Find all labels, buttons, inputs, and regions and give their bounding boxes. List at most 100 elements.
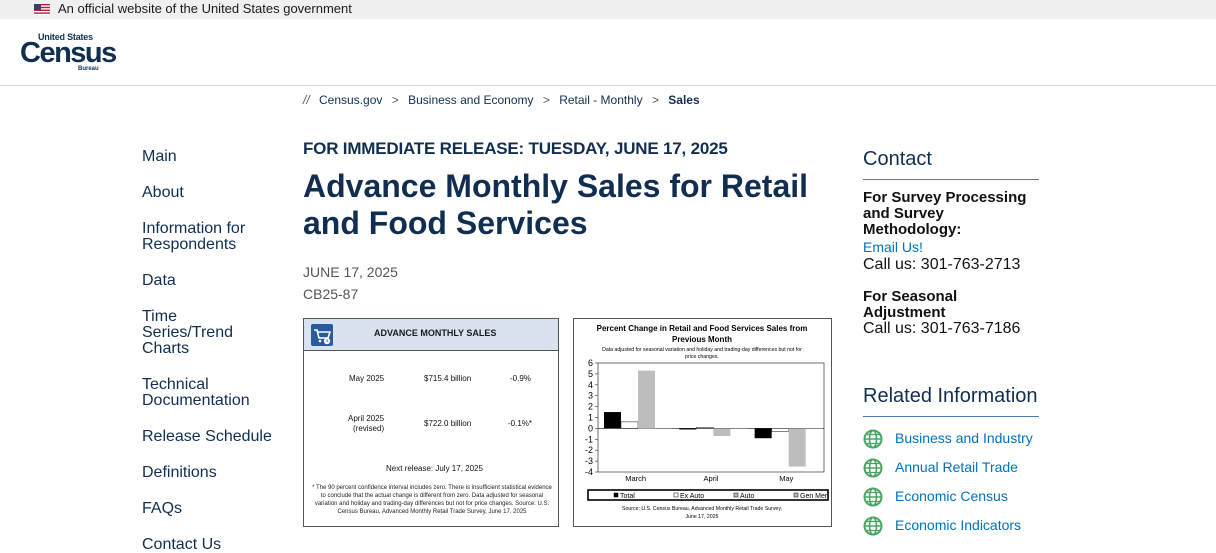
phone-survey: Call us: 301-763-2713 xyxy=(863,256,1021,273)
bar xyxy=(754,428,772,439)
plot-area: 6543210-1-2-3-4 March April May xyxy=(585,358,825,483)
globe-icon xyxy=(863,458,883,478)
next-release: Next release: July 17, 2025 xyxy=(386,464,483,473)
chart-subtitle-line2: price changes. xyxy=(685,354,719,360)
y-tick-label: 1 xyxy=(588,413,593,423)
breadcrumb-link-census[interactable]: Census.gov xyxy=(319,93,382,107)
email-link[interactable]: Email Us! xyxy=(863,239,923,255)
nav-item-contact-us[interactable]: Contact Us xyxy=(142,537,292,553)
nav-item-time-series[interactable]: Time Series/Trend Charts xyxy=(142,309,242,357)
release-code: CB25-87 xyxy=(303,286,359,302)
row-period: April 2025 xyxy=(348,414,385,423)
logo-line3: Bureau xyxy=(78,66,99,72)
nav-item-faqs[interactable]: FAQs xyxy=(142,501,292,517)
y-tick-label: 5 xyxy=(588,369,593,379)
seasonal-adjustment-label: For Seasonal Adjustment xyxy=(863,288,958,321)
chart-source-line1: Source: U.S. Census Bureau, Advanced Mon… xyxy=(622,506,782,512)
y-tick-label: 3 xyxy=(588,391,593,401)
breadcrumb-link-business[interactable]: Business and Economy xyxy=(408,93,533,107)
chart-source-line2: June 17, 2025 xyxy=(686,514,719,520)
y-tick-label: -1 xyxy=(585,434,593,444)
x-tick-label: May xyxy=(779,474,793,483)
legend-label: Total xyxy=(620,493,635,500)
chart-svg: Percent Change in Retail and Food Servic… xyxy=(585,324,829,520)
globe-icon xyxy=(863,429,883,449)
nav-item-about[interactable]: About xyxy=(142,185,292,201)
nav-item-data[interactable]: Data xyxy=(142,273,292,289)
percent-change-chart[interactable]: Percent Change in Retail and Food Servic… xyxy=(573,318,832,527)
bar xyxy=(620,421,639,429)
breadcrumb-link-retail[interactable]: Retail - Monthly xyxy=(559,93,642,107)
related-link[interactable]: Annual Retail Trade xyxy=(863,458,1063,478)
page-title: Advance Monthly Sales for Retail and Foo… xyxy=(303,168,809,241)
legend-swatch xyxy=(673,492,679,498)
sales-summary-title: ADVANCE MONTHLY SALES xyxy=(374,328,497,338)
bar xyxy=(638,370,655,429)
related-link-label[interactable]: Economic Census xyxy=(895,488,1008,504)
legend-swatch xyxy=(733,492,739,498)
contact-heading: Contact xyxy=(863,148,932,170)
breadcrumb-separator: > xyxy=(651,93,659,107)
bar xyxy=(788,428,806,467)
logo-line2: Census xyxy=(20,37,117,69)
publish-date: JUNE 17, 2025 xyxy=(303,264,398,280)
breadcrumb: // Census.gov > Business and Economy > R… xyxy=(303,93,700,107)
legend-label: Ex Auto xyxy=(680,493,704,500)
us-flag-icon xyxy=(34,4,50,15)
y-tick-label: 4 xyxy=(588,380,593,390)
y-tick-label: -3 xyxy=(585,456,593,466)
bar xyxy=(730,428,748,429)
row-period: May 2025 xyxy=(349,374,385,383)
row-change: -0.1%* xyxy=(508,419,533,428)
y-tick-label: 0 xyxy=(588,423,593,433)
survey-processing-label: For Survey Processing and Survey Methodo… xyxy=(863,189,1027,238)
site-header: United States Census Bureau xyxy=(0,19,1216,86)
phone-seasonal: Call us: 301-763-7186 xyxy=(863,320,1021,337)
bar xyxy=(604,412,621,429)
y-tick-label: 2 xyxy=(588,402,593,412)
nav-item-release-schedule[interactable]: Release Schedule xyxy=(142,429,292,445)
x-tick-label: April xyxy=(703,474,718,483)
related-link[interactable]: Business and Industry xyxy=(863,429,1063,449)
y-tick-label: 6 xyxy=(588,358,593,368)
row-period-note: (revised) xyxy=(353,424,385,433)
sales-summary-box[interactable]: ADVANCE MONTHLY SALES May 2025 $715.4 bi… xyxy=(303,318,559,527)
globe-icon xyxy=(863,516,883,536)
bar xyxy=(655,428,672,429)
contact-divider xyxy=(863,179,1039,180)
bar xyxy=(771,428,789,432)
row-value: $715.4 billion xyxy=(424,374,472,383)
release-date-heading: FOR IMMEDIATE RELEASE: TUESDAY, JUNE 17,… xyxy=(303,139,728,158)
shopping-cart-icon xyxy=(311,324,333,346)
breadcrumb-lead: // xyxy=(303,93,310,107)
bar xyxy=(805,428,823,429)
chart-legend: Total Ex Auto Auto Gen Mer xyxy=(587,489,829,501)
related-heading: Related Information xyxy=(863,385,1038,407)
nav-item-respondents[interactable]: Information for Respondents xyxy=(142,221,292,253)
nav-item-definitions[interactable]: Definitions xyxy=(142,465,292,481)
row-change: -0.9% xyxy=(510,374,531,383)
y-tick-label: -2 xyxy=(585,445,593,455)
bar xyxy=(713,428,731,437)
legend-swatch xyxy=(793,492,799,498)
related-divider xyxy=(863,416,1039,417)
chart-title-line1: Percent Change in Retail and Food Servic… xyxy=(597,324,808,333)
related-link-label[interactable]: Economic Indicators xyxy=(895,517,1021,533)
breadcrumb-current: Sales xyxy=(668,93,700,107)
related-link-label[interactable]: Annual Retail Trade xyxy=(895,459,1018,475)
bar xyxy=(679,428,697,430)
breadcrumb-separator: > xyxy=(391,93,399,107)
sales-footnote: * The 90 percent confidence interval inc… xyxy=(312,485,552,515)
gov-banner: An official website of the United States… xyxy=(0,0,1216,19)
gov-banner-text: An official website of the United States… xyxy=(58,1,352,16)
related-link-label[interactable]: Business and Industry xyxy=(895,430,1033,446)
related-link[interactable]: Economic Indicators xyxy=(863,516,1063,536)
related-link[interactable]: Economic Census xyxy=(863,487,1063,507)
globe-icon xyxy=(863,487,883,507)
nav-item-technical-documentation[interactable]: Technical Documentation xyxy=(142,377,262,409)
legend-swatch xyxy=(613,492,619,498)
sales-summary-header: ADVANCE MONTHLY SALES xyxy=(304,319,558,351)
nav-item-main[interactable]: Main xyxy=(142,149,292,165)
census-logo[interactable]: United States Census Bureau xyxy=(20,32,117,72)
chart-title-line2: Previous Month xyxy=(672,335,732,344)
